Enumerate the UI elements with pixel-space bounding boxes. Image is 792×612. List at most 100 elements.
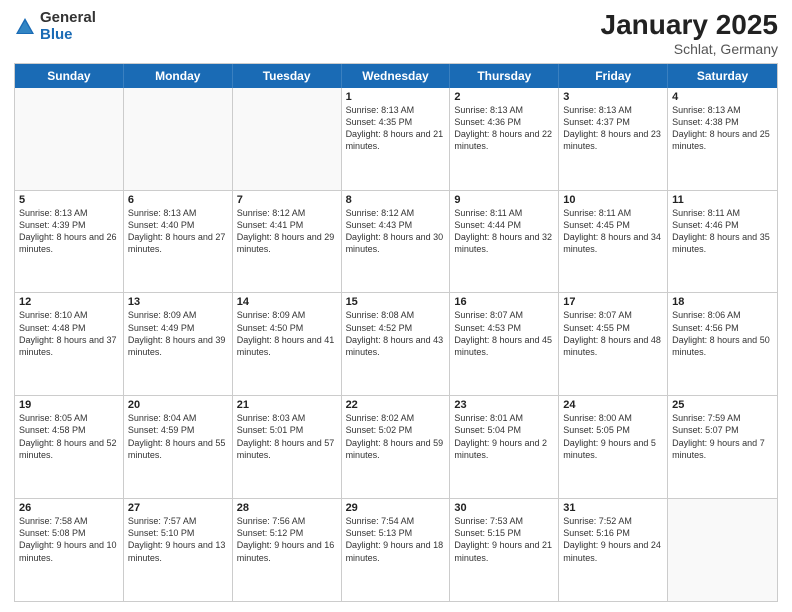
day-number: 18 — [672, 296, 773, 308]
day-info: Sunrise: 7:58 AM Sunset: 5:08 PM Dayligh… — [19, 515, 119, 564]
day-number: 19 — [19, 399, 119, 411]
day-number: 4 — [672, 91, 773, 103]
header-day-friday: Friday — [559, 64, 668, 88]
calendar-cell: 30Sunrise: 7:53 AM Sunset: 5:15 PM Dayli… — [450, 499, 559, 601]
day-number: 6 — [128, 194, 228, 206]
day-number: 3 — [563, 91, 663, 103]
header-day-wednesday: Wednesday — [342, 64, 451, 88]
calendar-cell: 31Sunrise: 7:52 AM Sunset: 5:16 PM Dayli… — [559, 499, 668, 601]
day-info: Sunrise: 8:09 AM Sunset: 4:49 PM Dayligh… — [128, 309, 228, 358]
day-info: Sunrise: 8:13 AM Sunset: 4:40 PM Dayligh… — [128, 207, 228, 256]
day-number: 23 — [454, 399, 554, 411]
calendar-cell: 17Sunrise: 8:07 AM Sunset: 4:55 PM Dayli… — [559, 293, 668, 395]
day-number: 5 — [19, 194, 119, 206]
header-day-monday: Monday — [124, 64, 233, 88]
page: General Blue January 2025 Schlat, German… — [0, 0, 792, 612]
calendar-cell: 14Sunrise: 8:09 AM Sunset: 4:50 PM Dayli… — [233, 293, 342, 395]
calendar-cell: 11Sunrise: 8:11 AM Sunset: 4:46 PM Dayli… — [668, 191, 777, 293]
day-info: Sunrise: 7:57 AM Sunset: 5:10 PM Dayligh… — [128, 515, 228, 564]
calendar-cell: 15Sunrise: 8:08 AM Sunset: 4:52 PM Dayli… — [342, 293, 451, 395]
day-number: 1 — [346, 91, 446, 103]
calendar-cell: 27Sunrise: 7:57 AM Sunset: 5:10 PM Dayli… — [124, 499, 233, 601]
day-number: 14 — [237, 296, 337, 308]
day-number: 17 — [563, 296, 663, 308]
day-info: Sunrise: 8:12 AM Sunset: 4:43 PM Dayligh… — [346, 207, 446, 256]
calendar-cell: 9Sunrise: 8:11 AM Sunset: 4:44 PM Daylig… — [450, 191, 559, 293]
day-number: 30 — [454, 502, 554, 514]
day-number: 29 — [346, 502, 446, 514]
day-info: Sunrise: 8:08 AM Sunset: 4:52 PM Dayligh… — [346, 309, 446, 358]
day-number: 26 — [19, 502, 119, 514]
calendar-cell: 21Sunrise: 8:03 AM Sunset: 5:01 PM Dayli… — [233, 396, 342, 498]
day-number: 22 — [346, 399, 446, 411]
header-day-sunday: Sunday — [15, 64, 124, 88]
day-info: Sunrise: 7:59 AM Sunset: 5:07 PM Dayligh… — [672, 412, 773, 461]
day-number: 13 — [128, 296, 228, 308]
calendar-cell: 28Sunrise: 7:56 AM Sunset: 5:12 PM Dayli… — [233, 499, 342, 601]
day-info: Sunrise: 8:13 AM Sunset: 4:37 PM Dayligh… — [563, 104, 663, 153]
calendar-cell — [15, 88, 124, 190]
day-info: Sunrise: 8:06 AM Sunset: 4:56 PM Dayligh… — [672, 309, 773, 358]
day-info: Sunrise: 8:10 AM Sunset: 4:48 PM Dayligh… — [19, 309, 119, 358]
day-number: 15 — [346, 296, 446, 308]
calendar-subtitle: Schlat, Germany — [601, 41, 778, 57]
calendar-cell: 10Sunrise: 8:11 AM Sunset: 4:45 PM Dayli… — [559, 191, 668, 293]
day-info: Sunrise: 8:13 AM Sunset: 4:39 PM Dayligh… — [19, 207, 119, 256]
day-number: 10 — [563, 194, 663, 206]
calendar-cell: 8Sunrise: 8:12 AM Sunset: 4:43 PM Daylig… — [342, 191, 451, 293]
calendar-cell: 22Sunrise: 8:02 AM Sunset: 5:02 PM Dayli… — [342, 396, 451, 498]
calendar-cell: 2Sunrise: 8:13 AM Sunset: 4:36 PM Daylig… — [450, 88, 559, 190]
calendar-cell — [668, 499, 777, 601]
header: General Blue January 2025 Schlat, German… — [14, 10, 778, 57]
day-info: Sunrise: 8:03 AM Sunset: 5:01 PM Dayligh… — [237, 412, 337, 461]
calendar-cell: 13Sunrise: 8:09 AM Sunset: 4:49 PM Dayli… — [124, 293, 233, 395]
calendar-row-4: 19Sunrise: 8:05 AM Sunset: 4:58 PM Dayli… — [15, 396, 777, 499]
calendar-row-1: 1Sunrise: 8:13 AM Sunset: 4:35 PM Daylig… — [15, 88, 777, 191]
calendar-cell: 16Sunrise: 8:07 AM Sunset: 4:53 PM Dayli… — [450, 293, 559, 395]
calendar-body: 1Sunrise: 8:13 AM Sunset: 4:35 PM Daylig… — [15, 88, 777, 601]
calendar-cell: 19Sunrise: 8:05 AM Sunset: 4:58 PM Dayli… — [15, 396, 124, 498]
logo-blue: Blue — [40, 27, 96, 44]
header-day-thursday: Thursday — [450, 64, 559, 88]
day-info: Sunrise: 8:05 AM Sunset: 4:58 PM Dayligh… — [19, 412, 119, 461]
logo-text: General Blue — [40, 10, 96, 43]
calendar-row-3: 12Sunrise: 8:10 AM Sunset: 4:48 PM Dayli… — [15, 293, 777, 396]
calendar: SundayMondayTuesdayWednesdayThursdayFrid… — [14, 63, 778, 602]
logo-icon — [14, 16, 36, 38]
day-number: 24 — [563, 399, 663, 411]
day-number: 31 — [563, 502, 663, 514]
calendar-cell — [124, 88, 233, 190]
day-info: Sunrise: 8:13 AM Sunset: 4:38 PM Dayligh… — [672, 104, 773, 153]
calendar-cell: 26Sunrise: 7:58 AM Sunset: 5:08 PM Dayli… — [15, 499, 124, 601]
calendar-row-5: 26Sunrise: 7:58 AM Sunset: 5:08 PM Dayli… — [15, 499, 777, 601]
day-info: Sunrise: 7:56 AM Sunset: 5:12 PM Dayligh… — [237, 515, 337, 564]
calendar-row-2: 5Sunrise: 8:13 AM Sunset: 4:39 PM Daylig… — [15, 191, 777, 294]
calendar-cell: 25Sunrise: 7:59 AM Sunset: 5:07 PM Dayli… — [668, 396, 777, 498]
day-number: 16 — [454, 296, 554, 308]
day-info: Sunrise: 8:12 AM Sunset: 4:41 PM Dayligh… — [237, 207, 337, 256]
day-number: 28 — [237, 502, 337, 514]
header-day-saturday: Saturday — [668, 64, 777, 88]
calendar-cell: 3Sunrise: 8:13 AM Sunset: 4:37 PM Daylig… — [559, 88, 668, 190]
day-info: Sunrise: 8:04 AM Sunset: 4:59 PM Dayligh… — [128, 412, 228, 461]
day-info: Sunrise: 7:52 AM Sunset: 5:16 PM Dayligh… — [563, 515, 663, 564]
header-day-tuesday: Tuesday — [233, 64, 342, 88]
day-number: 21 — [237, 399, 337, 411]
day-info: Sunrise: 8:13 AM Sunset: 4:35 PM Dayligh… — [346, 104, 446, 153]
day-number: 7 — [237, 194, 337, 206]
day-number: 27 — [128, 502, 228, 514]
calendar-cell: 6Sunrise: 8:13 AM Sunset: 4:40 PM Daylig… — [124, 191, 233, 293]
day-number: 8 — [346, 194, 446, 206]
calendar-cell: 23Sunrise: 8:01 AM Sunset: 5:04 PM Dayli… — [450, 396, 559, 498]
calendar-cell: 12Sunrise: 8:10 AM Sunset: 4:48 PM Dayli… — [15, 293, 124, 395]
day-number: 12 — [19, 296, 119, 308]
day-info: Sunrise: 8:11 AM Sunset: 4:46 PM Dayligh… — [672, 207, 773, 256]
day-info: Sunrise: 8:13 AM Sunset: 4:36 PM Dayligh… — [454, 104, 554, 153]
calendar-cell: 5Sunrise: 8:13 AM Sunset: 4:39 PM Daylig… — [15, 191, 124, 293]
calendar-cell: 20Sunrise: 8:04 AM Sunset: 4:59 PM Dayli… — [124, 396, 233, 498]
day-info: Sunrise: 8:00 AM Sunset: 5:05 PM Dayligh… — [563, 412, 663, 461]
day-info: Sunrise: 8:11 AM Sunset: 4:45 PM Dayligh… — [563, 207, 663, 256]
day-info: Sunrise: 8:07 AM Sunset: 4:53 PM Dayligh… — [454, 309, 554, 358]
day-number: 20 — [128, 399, 228, 411]
day-info: Sunrise: 7:54 AM Sunset: 5:13 PM Dayligh… — [346, 515, 446, 564]
